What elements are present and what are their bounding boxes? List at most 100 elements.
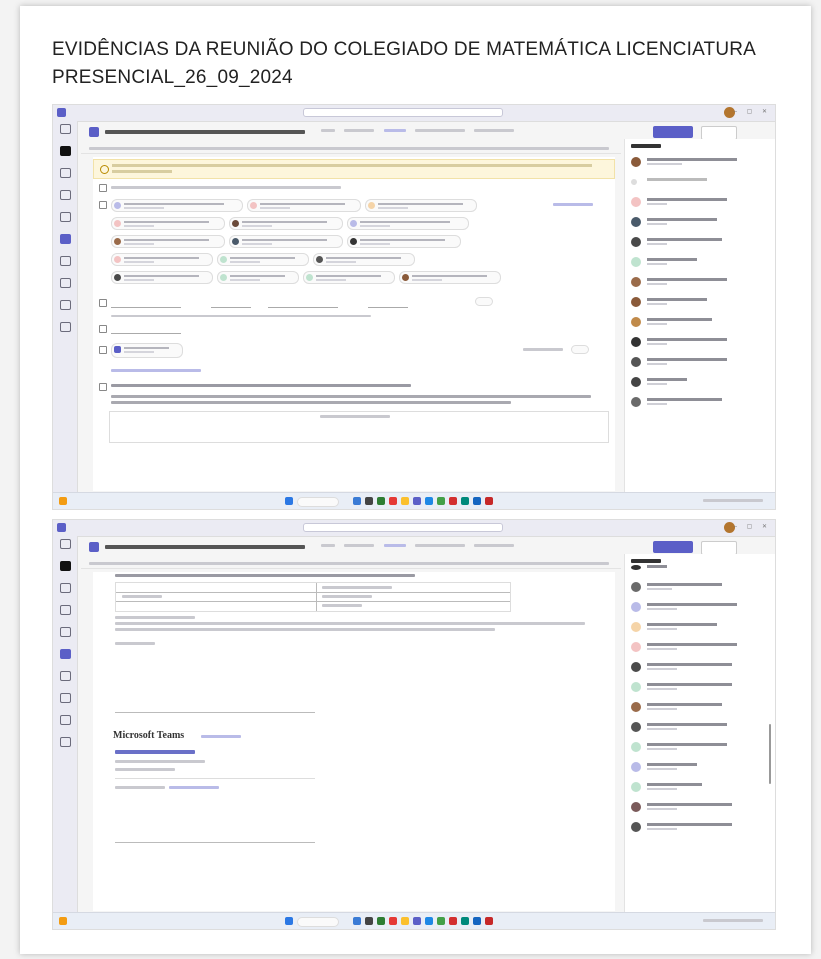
attendee-chip[interactable] (111, 199, 243, 212)
attendee-chip[interactable] (217, 271, 299, 284)
taskbar-search[interactable] (297, 497, 339, 507)
rail-activity[interactable] (53, 536, 77, 558)
rail-calls[interactable] (53, 253, 77, 275)
end-time-field[interactable] (368, 297, 408, 308)
tab-scheduling[interactable] (414, 129, 465, 132)
attendee-chip[interactable] (247, 199, 361, 212)
rail-tasks[interactable] (53, 209, 77, 231)
rail-chat[interactable] (53, 580, 77, 602)
attendee-chip[interactable] (217, 253, 309, 266)
taskbar-app-icon[interactable] (473, 917, 481, 925)
start-time-field[interactable] (211, 297, 251, 308)
rail-teams[interactable] (53, 602, 77, 624)
attendee-chip[interactable] (229, 217, 343, 230)
join-button[interactable] (653, 126, 693, 138)
attendee-chip[interactable] (111, 217, 225, 230)
taskbar-app-icon[interactable] (473, 497, 481, 505)
taskbar-app-icon[interactable] (461, 497, 469, 505)
rail-calls[interactable] (53, 668, 77, 690)
rail-files[interactable] (53, 275, 77, 297)
taskbar-app-icon[interactable] (449, 497, 457, 505)
taskbar-app-icon[interactable] (389, 917, 397, 925)
taskbar-app-icon[interactable] (485, 497, 493, 505)
close-button[interactable] (701, 541, 737, 555)
taskbar-app-icon[interactable] (449, 917, 457, 925)
tab-details[interactable] (383, 544, 406, 547)
taskbar-app-icon[interactable] (377, 917, 385, 925)
taskbar-search[interactable] (297, 917, 339, 927)
join-button[interactable] (653, 541, 693, 553)
weather-icon[interactable] (59, 917, 67, 925)
repeat-select[interactable] (111, 323, 181, 334)
attendee-chip[interactable] (365, 199, 477, 212)
taskbar-app-icon[interactable] (425, 917, 433, 925)
rail-teams[interactable] (53, 187, 77, 209)
rail-more[interactable] (53, 297, 77, 319)
taskbar-app-icon[interactable] (365, 497, 373, 505)
tab-details[interactable] (383, 129, 406, 132)
taskbar-app-icon[interactable] (353, 497, 361, 505)
join-now-link[interactable] (115, 750, 195, 754)
start-date-field[interactable] (111, 297, 181, 308)
taskbar-app-icon[interactable] (437, 497, 445, 505)
location-chip[interactable] (111, 343, 183, 358)
search-input[interactable] (303, 523, 503, 532)
attendee-chip[interactable] (111, 253, 213, 266)
tab-files[interactable] (344, 544, 375, 547)
attendee-chip[interactable] (313, 253, 415, 266)
tab-chat[interactable] (321, 544, 335, 547)
taskbar-app-icon[interactable] (389, 497, 397, 505)
weather-icon[interactable] (59, 497, 67, 505)
taskbar-app-icon[interactable] (461, 917, 469, 925)
tab-chat[interactable] (321, 129, 335, 132)
attendee-chip[interactable] (347, 235, 461, 248)
online-meeting-toggle[interactable] (571, 345, 589, 354)
close-button[interactable] (701, 126, 737, 140)
rail-apps[interactable] (53, 143, 77, 165)
rail-activity[interactable] (53, 121, 77, 143)
window-controls[interactable]: – ▢ ✕ (734, 108, 771, 115)
end-date-field[interactable] (268, 297, 338, 308)
windows-start-icon[interactable] (285, 497, 293, 505)
attendee-chip[interactable] (111, 235, 225, 248)
taskbar-app-icon[interactable] (425, 497, 433, 505)
attendee-chip[interactable] (347, 217, 469, 230)
tab-whiteboard[interactable] (474, 544, 515, 547)
tab-whiteboard[interactable] (474, 129, 515, 132)
scrollbar[interactable] (769, 724, 771, 784)
rail-files[interactable] (53, 690, 77, 712)
rail-calendar[interactable] (53, 231, 77, 253)
window-controls[interactable]: – ▢ ✕ (734, 523, 771, 530)
taskbar-app-icon[interactable] (413, 917, 421, 925)
taskbar-app-icon[interactable] (401, 497, 409, 505)
rail-apps[interactable] (53, 558, 77, 580)
optional-link[interactable] (553, 203, 593, 206)
attendee-chip[interactable] (229, 235, 343, 248)
rail-calendar[interactable] (53, 646, 77, 668)
rail-chat[interactable] (53, 165, 77, 187)
taskbar-app-icon[interactable] (413, 497, 421, 505)
tab-files[interactable] (344, 129, 375, 132)
windows-start-icon[interactable] (285, 917, 293, 925)
rail-tasks[interactable] (53, 624, 77, 646)
clock-tray[interactable] (703, 919, 763, 922)
rail-apps-store[interactable] (53, 734, 77, 756)
tab-scheduling[interactable] (414, 544, 465, 547)
taskbar-app-icon[interactable] (377, 497, 385, 505)
more-details-link[interactable] (111, 369, 201, 372)
taskbar-app-icon[interactable] (365, 917, 373, 925)
taskbar-app-icon[interactable] (401, 917, 409, 925)
attendee-chip[interactable] (303, 271, 395, 284)
taskbar-app-icon[interactable] (353, 917, 361, 925)
all-day-toggle[interactable] (475, 297, 493, 306)
help-link[interactable] (201, 735, 241, 738)
attendee-chip[interactable] (399, 271, 501, 284)
taskbar-app-icon[interactable] (485, 917, 493, 925)
clock-tray[interactable] (703, 499, 763, 502)
rail-more[interactable] (53, 712, 77, 734)
rail-apps-store[interactable] (53, 319, 77, 341)
editor-toolbar[interactable] (111, 384, 411, 387)
meeting-options-link[interactable] (169, 786, 219, 789)
taskbar-app-icon[interactable] (437, 917, 445, 925)
search-input[interactable] (303, 108, 503, 117)
